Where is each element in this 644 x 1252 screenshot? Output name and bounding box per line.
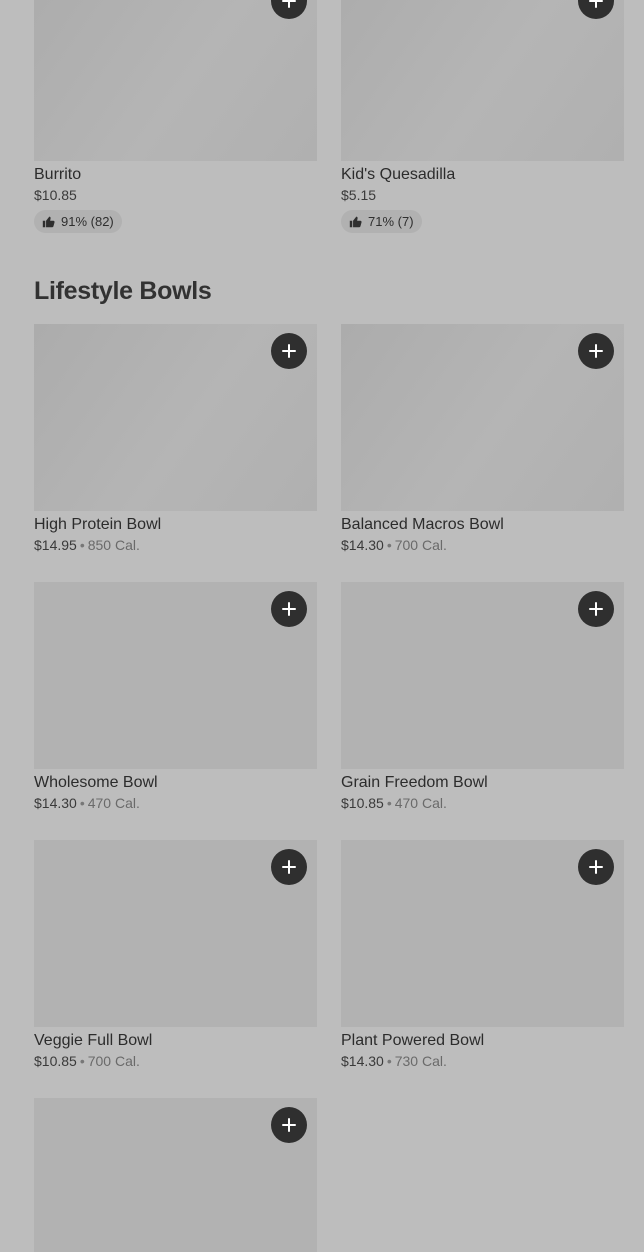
separator: • [79, 537, 85, 553]
plus-icon [589, 602, 603, 616]
item-price-calories: $14.30 • 700 Cal. [341, 537, 624, 554]
plus-icon [589, 344, 603, 358]
calories: 730 Cal. [394, 1053, 447, 1069]
add-to-cart-button[interactable] [271, 0, 307, 19]
menu-page: Burrito $10.85 91% (82) Kid's Quesadilla… [0, 0, 644, 1252]
price: $5.15 [341, 187, 377, 203]
price: $10.85 [34, 187, 77, 203]
item-name: Kid's Quesadilla [341, 166, 456, 183]
separator: • [79, 1053, 85, 1069]
menu-item-card[interactable]: Veggie Full Bowl $10.85 • 700 Cal. [34, 840, 317, 1070]
plus-icon [589, 860, 603, 874]
separator: • [386, 537, 392, 553]
add-to-cart-button[interactable] [578, 333, 614, 369]
separator: • [79, 795, 85, 811]
thumbs-up-icon [42, 216, 55, 228]
rating-value: 91% (82) [61, 214, 114, 229]
item-name: Balanced Macros Bowl [341, 516, 504, 533]
item-image[interactable] [34, 840, 317, 1027]
item-name: Veggie Full Bowl [34, 1032, 153, 1049]
add-to-cart-button[interactable] [271, 591, 307, 627]
item-image[interactable] [34, 1098, 317, 1252]
menu-item-card[interactable]: Burrito $10.85 91% (82) [34, 0, 317, 233]
item-image[interactable] [341, 0, 624, 161]
item-name: High Protein Bowl [34, 516, 162, 533]
calories: 700 Cal. [394, 537, 447, 553]
section-title: Lifestyle Bowls [34, 277, 212, 305]
item-price-calories: $14.30 • 470 Cal. [34, 795, 317, 812]
item-price-calories: $10.85 • 470 Cal. [341, 795, 624, 812]
add-to-cart-button[interactable] [578, 849, 614, 885]
price: $14.30 [34, 795, 77, 811]
item-name: Plant Powered Bowl [341, 1032, 485, 1049]
separator: • [386, 1053, 392, 1069]
item-image[interactable] [34, 582, 317, 769]
plus-icon [282, 860, 296, 874]
menu-item-card[interactable]: Plant Powered Bowl $14.30 • 730 Cal. [341, 840, 624, 1070]
price: $14.30 [341, 1053, 384, 1069]
add-to-cart-button[interactable] [578, 0, 614, 19]
calories: 470 Cal. [87, 795, 140, 811]
add-to-cart-button[interactable] [271, 849, 307, 885]
add-to-cart-button[interactable] [271, 1107, 307, 1143]
item-price-calories: $14.95 • 850 Cal. [34, 537, 317, 554]
item-image[interactable] [34, 0, 317, 161]
item-image[interactable] [34, 324, 317, 511]
item-name: Burrito [34, 166, 82, 183]
menu-item-card[interactable]: Balanced Macros Bowl $14.30 • 700 Cal. [341, 324, 624, 554]
item-price-calories: $14.30 • 730 Cal. [341, 1053, 624, 1070]
menu-item-card[interactable]: Kid's Quesadilla $5.15 71% (7) [341, 0, 624, 233]
item-image[interactable] [341, 324, 624, 511]
item-image[interactable] [341, 840, 624, 1027]
price: $10.85 [34, 1053, 77, 1069]
calories: 700 Cal. [87, 1053, 140, 1069]
price: $14.95 [34, 537, 77, 553]
item-name: Wholesome Bowl [34, 774, 158, 791]
rating-value: 71% (7) [368, 214, 414, 229]
add-to-cart-button[interactable] [271, 333, 307, 369]
calories: 470 Cal. [394, 795, 447, 811]
rating-badge: 91% (82) [34, 210, 122, 233]
plus-icon [282, 1118, 296, 1132]
item-price-calories: $10.85 • 700 Cal. [34, 1053, 317, 1070]
plus-icon [282, 344, 296, 358]
price: $14.30 [341, 537, 384, 553]
add-to-cart-button[interactable] [578, 591, 614, 627]
rating-badge: 71% (7) [341, 210, 422, 233]
separator: • [386, 795, 392, 811]
item-price: $10.85 [34, 187, 317, 204]
plus-icon [282, 0, 296, 8]
menu-item-card[interactable]: Grain Freedom Bowl $10.85 • 470 Cal. [341, 582, 624, 812]
menu-item-card[interactable]: High Protein Bowl $14.95 • 850 Cal. [34, 324, 317, 554]
menu-item-card[interactable]: Wholesome Bowl $14.30 • 470 Cal. [34, 582, 317, 812]
plus-icon [282, 602, 296, 616]
calories: 850 Cal. [87, 537, 140, 553]
price: $10.85 [341, 795, 384, 811]
menu-item-card[interactable] [34, 1098, 317, 1252]
plus-icon [589, 0, 603, 8]
thumbs-up-icon [349, 216, 362, 228]
item-name: Grain Freedom Bowl [341, 774, 488, 791]
item-image[interactable] [341, 582, 624, 769]
item-price: $5.15 [341, 187, 624, 204]
